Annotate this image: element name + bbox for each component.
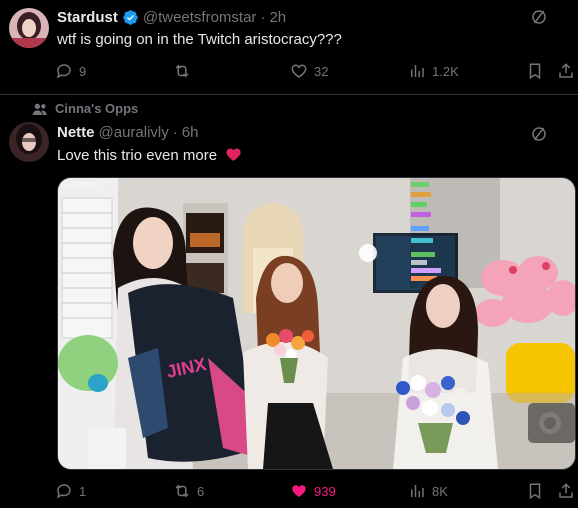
tweet-1[interactable]: Stardust @tweetsfromstar · 2h wtf is goi… [0,0,578,94]
like-button[interactable]: 32 [290,62,328,80]
avatar[interactable] [9,122,49,162]
share-icon[interactable] [557,482,575,500]
reply-button[interactable]: 1 [55,482,86,500]
red-heart-emoji-icon [226,148,241,161]
repost-count: 6 [197,483,205,499]
views-count: 1.2K [432,63,459,79]
bookmark-icon[interactable] [526,62,544,80]
stream-timestamp: +03:59:00 [66,182,97,189]
repost-icon [175,64,189,78]
avatar[interactable] [9,8,49,48]
author-handle[interactable]: @auralivly [99,124,169,141]
reply-count: 1 [79,483,87,499]
reply-button[interactable]: 9 [55,62,86,80]
repost-icon [175,484,189,498]
reply-icon [56,484,71,499]
heart-icon [291,64,307,78]
author-name[interactable]: Nette [57,124,95,141]
tweet-text: Love this trio even more [57,147,218,164]
tweet-text: wtf is going on in the Twitch aristocrac… [57,31,342,48]
views-icon [411,65,424,77]
verified-badge-icon [123,9,138,25]
views-button[interactable]: 8K [408,482,448,500]
reply-count: 9 [79,63,87,79]
views-count: 8K [432,483,448,499]
repost-button[interactable] [173,62,197,80]
separator-dot: · [172,123,178,141]
heart-icon [292,485,306,497]
timestamp[interactable]: 6h [182,124,199,141]
reply-icon [56,64,71,79]
views-icon [411,485,424,497]
separator-dot: · [260,8,266,26]
bookmark-icon[interactable] [526,482,544,500]
share-icon[interactable] [557,62,575,80]
views-button[interactable]: 1.2K [408,62,459,80]
tweet-media-image[interactable]: JINX +03:59:00 [57,177,576,470]
slash-circle-icon[interactable] [530,8,548,26]
slash-circle-icon[interactable] [530,125,548,143]
like-button[interactable]: 939 [290,482,336,500]
window-blinds [61,197,113,339]
timestamp[interactable]: 2h [269,9,286,26]
repost-button[interactable]: 6 [173,482,204,500]
tweet-text-wrapper: Love this trio even more [57,146,242,164]
author-name[interactable]: Stardust [57,9,118,26]
author-handle[interactable]: @tweetsfromstar [143,9,257,26]
like-count: 939 [314,483,336,499]
like-count: 32 [314,63,329,79]
